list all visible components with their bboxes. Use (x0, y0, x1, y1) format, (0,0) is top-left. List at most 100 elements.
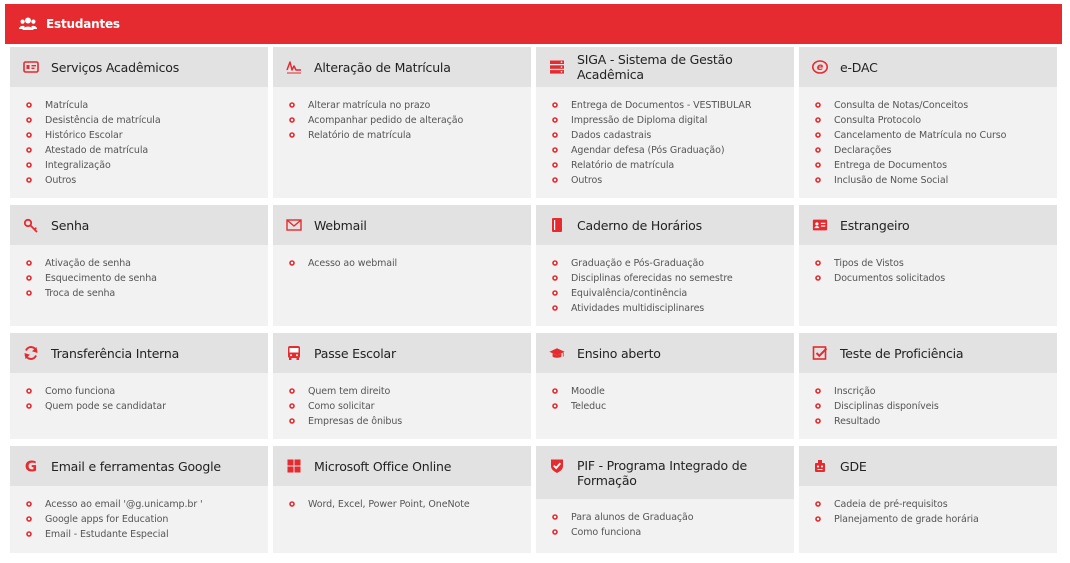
card-link-label[interactable]: Para alunos de Graduação (571, 512, 694, 523)
card-header[interactable]: Passe Escolar (273, 333, 531, 373)
card-link-label[interactable]: Relatório de matrícula (308, 130, 411, 141)
card-link-label[interactable]: Histórico Escolar (45, 130, 123, 141)
card-link-label[interactable]: Inscrição (834, 386, 876, 397)
card-link[interactable]: Disciplinas disponíveis (814, 399, 1057, 414)
card-link[interactable]: Agendar defesa (Pós Graduação) (551, 143, 794, 158)
card-link[interactable]: Atestado de matrícula (25, 143, 268, 158)
card-link-label[interactable]: Declarações (834, 145, 891, 156)
card-header[interactable]: Serviços Acadêmicos (10, 47, 268, 87)
card-link[interactable]: Equivalência/continência (551, 286, 794, 301)
card-link-label[interactable]: Graduação e Pós-Graduação (571, 258, 704, 269)
card-link-label[interactable]: Desistência de matrícula (45, 115, 161, 126)
card-title[interactable]: Teste de Proficiência (840, 346, 964, 361)
card-link-label[interactable]: Troca de senha (45, 288, 115, 299)
card-header[interactable]: GDE (799, 446, 1057, 486)
card-link[interactable]: Relatório de matrícula (551, 158, 794, 173)
card-header[interactable]: Transferência Interna (10, 333, 268, 373)
card-link-label[interactable]: Tipos de Vistos (834, 258, 904, 269)
card-title[interactable]: SIGA - Sistema de Gestão Acadêmica (577, 52, 794, 82)
card-link[interactable]: Como funciona (551, 525, 794, 540)
card-link-label[interactable]: Dados cadastrais (571, 130, 651, 141)
card-link-label[interactable]: Cadeia de pré-requisitos (834, 499, 948, 510)
card-link-label[interactable]: Consulta Protocolo (834, 115, 921, 126)
card-header[interactable]: Estrangeiro (799, 205, 1057, 245)
card-link[interactable]: Como funciona (25, 384, 268, 399)
card-title[interactable]: Alteração de Matrícula (314, 60, 451, 75)
card-link[interactable]: Teleduc (551, 399, 794, 414)
card-link[interactable]: Quem tem direito (288, 384, 531, 399)
card-link-label[interactable]: Entrega de Documentos (834, 160, 947, 171)
card-link-label[interactable]: Equivalência/continência (571, 288, 687, 299)
card-link[interactable]: Google apps for Education (25, 512, 268, 527)
card-link-label[interactable]: Email - Estudante Especial (45, 529, 169, 540)
card-title[interactable]: Estrangeiro (840, 218, 910, 233)
card-header[interactable]: Microsoft Office Online (273, 446, 531, 486)
card-link[interactable]: Desistência de matrícula (25, 113, 268, 128)
card-link-label[interactable]: Disciplinas oferecidas no semestre (571, 273, 733, 284)
card-link-label[interactable]: Atestado de matrícula (45, 145, 148, 156)
card-link-label[interactable]: Como funciona (571, 527, 641, 538)
card-link[interactable]: Atividades multidisciplinares (551, 301, 794, 316)
card-link-label[interactable]: Moodle (571, 386, 605, 397)
card-title[interactable]: PIF - Programa Integrado de Formação (577, 458, 752, 488)
card-link-label[interactable]: Alterar matrícula no prazo (308, 100, 430, 111)
card-link[interactable]: Acompanhar pedido de alteração (288, 113, 531, 128)
card-title[interactable]: Caderno de Horários (577, 218, 702, 233)
card-link[interactable]: Empresas de ônibus (288, 414, 531, 429)
card-link-label[interactable]: Quem tem direito (308, 386, 390, 397)
card-header[interactable]: e e-DAC (799, 47, 1057, 87)
card-link-label[interactable]: Entrega de Documentos - VESTIBULAR (571, 100, 751, 111)
card-title[interactable]: Ensino aberto (577, 346, 661, 361)
card-link-label[interactable]: Outros (571, 175, 602, 186)
card-link[interactable]: Resultado (814, 414, 1057, 429)
card-link[interactable]: Para alunos de Graduação (551, 510, 794, 525)
card-link-label[interactable]: Acesso ao webmail (308, 258, 397, 269)
card-title[interactable]: Passe Escolar (314, 346, 396, 361)
card-header[interactable]: SIGA - Sistema de Gestão Acadêmica (536, 47, 794, 87)
card-title[interactable]: Transferência Interna (51, 346, 179, 361)
card-link-label[interactable]: Atividades multidisciplinares (571, 303, 704, 314)
card-link-label[interactable]: Relatório de matrícula (571, 160, 674, 171)
card-link[interactable]: Inclusão de Nome Social (814, 173, 1057, 188)
card-link-label[interactable]: Google apps for Education (45, 514, 168, 525)
card-link[interactable]: Esquecimento de senha (25, 271, 268, 286)
card-link-label[interactable]: Esquecimento de senha (45, 273, 157, 284)
card-link[interactable]: Word, Excel, Power Point, OneNote (288, 497, 531, 512)
card-link[interactable]: Inscrição (814, 384, 1057, 399)
card-link[interactable]: Disciplinas oferecidas no semestre (551, 271, 794, 286)
card-title[interactable]: Email e ferramentas Google (51, 459, 221, 474)
card-link-label[interactable]: Impressão de Diploma digital (571, 115, 707, 126)
card-link[interactable]: Consulta Protocolo (814, 113, 1057, 128)
card-title[interactable]: Microsoft Office Online (314, 459, 451, 474)
card-link-label[interactable]: Word, Excel, Power Point, OneNote (308, 499, 470, 510)
card-link-label[interactable]: Documentos solicitados (834, 273, 945, 284)
card-link[interactable]: Histórico Escolar (25, 128, 268, 143)
card-link[interactable]: Planejamento de grade horária (814, 512, 1057, 527)
card-link[interactable]: Matrícula (25, 98, 268, 113)
card-link[interactable]: Relatório de matrícula (288, 128, 531, 143)
card-link[interactable]: Cancelamento de Matrícula no Curso (814, 128, 1057, 143)
card-link[interactable]: Declarações (814, 143, 1057, 158)
card-link[interactable]: Cadeia de pré-requisitos (814, 497, 1057, 512)
card-header[interactable]: Caderno de Horários (536, 205, 794, 245)
card-link[interactable]: Email - Estudante Especial (25, 527, 268, 542)
card-title[interactable]: Webmail (314, 218, 367, 233)
card-link[interactable]: Dados cadastrais (551, 128, 794, 143)
card-header[interactable]: Senha (10, 205, 268, 245)
card-header[interactable]: Alteração de Matrícula (273, 47, 531, 87)
card-title[interactable]: e-DAC (840, 60, 878, 75)
card-link-label[interactable]: Integralização (45, 160, 111, 171)
card-link-label[interactable]: Matrícula (45, 100, 88, 111)
card-link[interactable]: Entrega de Documentos - VESTIBULAR (551, 98, 794, 113)
card-title[interactable]: GDE (840, 459, 867, 474)
card-link[interactable]: Consulta de Notas/Conceitos (814, 98, 1057, 113)
card-link[interactable]: Outros (551, 173, 794, 188)
card-link[interactable]: Integralização (25, 158, 268, 173)
card-link-label[interactable]: Disciplinas disponíveis (834, 401, 939, 412)
card-link-label[interactable]: Planejamento de grade horária (834, 514, 979, 525)
card-link[interactable]: Impressão de Diploma digital (551, 113, 794, 128)
card-header[interactable]: Teste de Proficiência (799, 333, 1057, 373)
card-link-label[interactable]: Como funciona (45, 386, 115, 397)
card-link-label[interactable]: Inclusão de Nome Social (834, 175, 948, 186)
card-link[interactable]: Entrega de Documentos (814, 158, 1057, 173)
